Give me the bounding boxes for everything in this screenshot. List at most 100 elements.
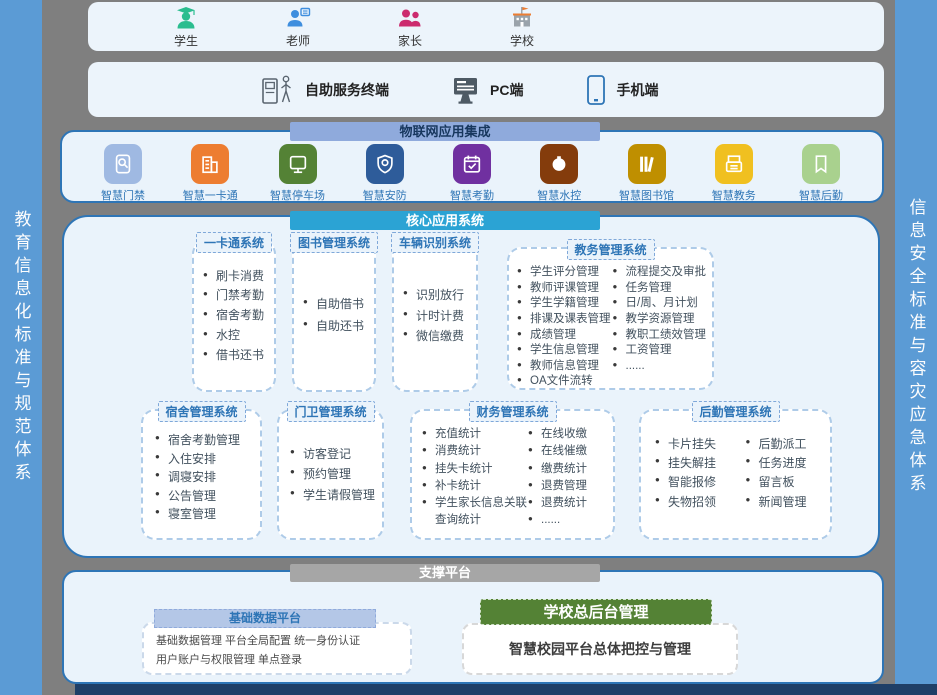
iot-app-access-control: 智慧门禁 xyxy=(90,144,156,203)
access-control-icon xyxy=(104,144,142,184)
system-item: 失物招领 xyxy=(655,493,736,512)
system-item: 水控 xyxy=(203,326,264,346)
system-item: 学生学籍管理 xyxy=(517,296,613,312)
iot-app-security: 智慧安防 xyxy=(352,144,418,203)
core-section-header: 核心应用系统 xyxy=(290,211,600,230)
system-item: 公告管理 xyxy=(155,487,260,506)
system-item: 自助还书 xyxy=(303,316,364,338)
iot-app-label: 智慧门禁 xyxy=(101,187,145,203)
system-item: 消费统计 xyxy=(422,443,528,460)
admin-backend-card: 智慧校园平台总体把控与管理 xyxy=(462,623,738,675)
school-icon xyxy=(509,5,535,31)
iot-app-parking: 智慧停车场 xyxy=(265,144,331,203)
user-roles-panel: 学生 老师 xyxy=(88,2,884,51)
right-sidebar-label: 信息安全标准与容灾应急体系 xyxy=(904,198,929,497)
user-role-school: 学校 xyxy=(494,5,550,49)
system-card-academic: 教务管理系统 学生评分管理 教师评课管理 学生学籍管理 排课及课表管理 成绩管理… xyxy=(507,247,714,390)
system-card-dorm: 宿舍管理系统 宿舍考勤管理 入住安排 调寝安排 公告管理 寝室管理 xyxy=(141,409,262,540)
system-item: 成绩管理 xyxy=(517,328,613,344)
library-books-icon xyxy=(628,144,666,184)
base-platform-line: 基础数据管理 平台全局配置 统一身份认证 xyxy=(156,632,410,651)
system-item: 刷卡消费 xyxy=(203,267,264,287)
iot-app-onecard: 智慧一卡通 xyxy=(177,144,243,203)
admin-backend-desc: 智慧校园平台总体把控与管理 xyxy=(509,639,691,659)
parking-icon xyxy=(279,144,317,184)
system-item: 自助借书 xyxy=(303,294,364,316)
iot-section-header: 物联网应用集成 xyxy=(290,122,600,141)
system-item: 退费统计 xyxy=(528,495,609,512)
system-item: 在线收缴 xyxy=(528,426,609,443)
logistics-bookmark-icon xyxy=(802,144,840,184)
system-item: 微信缴费 xyxy=(403,326,464,346)
system-item: 寝室管理 xyxy=(155,505,260,524)
system-item: 访客登记 xyxy=(290,444,375,464)
terminal-pc: PC端 xyxy=(451,75,523,105)
iot-app-water: 智慧水控 xyxy=(526,144,592,203)
right-security-sidebar: 信息安全标准与容灾应急体系 xyxy=(895,0,937,695)
system-item: 识别放行 xyxy=(403,285,464,305)
onecard-building-icon xyxy=(191,144,229,184)
user-role-parents: 家长 xyxy=(382,5,438,49)
system-card-title: 门卫管理系统 xyxy=(286,401,374,422)
system-item: OA文件流转 xyxy=(517,374,613,390)
base-data-platform-title: 基础数据平台 xyxy=(154,609,376,628)
system-card-vehicle: 车辆识别系统 识别放行 计时计费 微信缴费 xyxy=(392,240,478,392)
system-item: 后勤派工 xyxy=(746,435,827,454)
kiosk-icon xyxy=(260,73,296,107)
system-item: 充值统计 xyxy=(422,426,528,443)
iot-app-label: 智慧停车场 xyxy=(270,187,325,203)
system-item: 退费管理 xyxy=(528,478,609,495)
terminal-label: PC端 xyxy=(490,80,523,100)
mobile-phone-icon xyxy=(585,74,607,106)
system-card-finance: 财务管理系统 充值统计 消费统计 挂失卡统计 补卡统计 学生家长信息关联查询统计… xyxy=(410,409,615,540)
support-platform-panel: 基础数据管理 平台全局配置 统一身份认证 用户账户与权限管理 单点登录 基础数据… xyxy=(62,570,884,684)
iot-app-label: 智慧后勤 xyxy=(799,187,843,203)
terminal-kiosk: 自助服务终端 xyxy=(260,73,389,107)
system-item: 学生评分管理 xyxy=(517,265,613,281)
system-card-title: 教务管理系统 xyxy=(566,239,654,260)
system-card-title: 财务管理系统 xyxy=(468,401,556,422)
left-standards-sidebar: 教育信息化标准与规范体系 xyxy=(0,0,42,695)
academic-machine-icon xyxy=(715,144,753,184)
iot-app-library: 智慧图书馆 xyxy=(614,144,680,203)
system-item: 宿舍考勤管理 xyxy=(155,431,260,450)
access-terminals-panel: 自助服务终端 PC端 手机端 xyxy=(88,62,884,117)
system-item: 缴费统计 xyxy=(528,461,609,478)
user-role-label: 学校 xyxy=(510,32,534,49)
iot-app-label: 智慧一卡通 xyxy=(183,187,238,203)
system-card-gate: 门卫管理系统 访客登记 预约管理 学生请假管理 xyxy=(277,409,384,540)
iot-app-label: 智慧考勤 xyxy=(450,187,494,203)
teacher-icon xyxy=(285,5,311,31)
system-item: 学生请假管理 xyxy=(290,485,375,505)
support-section-header: 支撑平台 xyxy=(290,564,600,582)
iot-app-academic: 智慧教务 xyxy=(701,144,767,203)
system-item: 流程提交及审批 xyxy=(613,265,709,281)
system-item: 教学资源管理 xyxy=(613,312,709,328)
system-item: 预约管理 xyxy=(290,464,375,484)
system-item: 教师信息管理 xyxy=(517,359,613,375)
base-platform-line: 用户账户与权限管理 单点登录 xyxy=(156,651,410,670)
student-icon xyxy=(173,5,199,31)
system-card-title: 宿舍管理系统 xyxy=(157,401,245,422)
iot-app-label: 智慧教务 xyxy=(712,187,756,203)
system-item: 留言板 xyxy=(746,473,827,492)
system-card-title: 一卡通系统 xyxy=(196,232,272,253)
system-item: ...... xyxy=(528,512,609,529)
system-item: 挂失卡统计 xyxy=(422,461,528,478)
user-role-label: 学生 xyxy=(174,32,198,49)
system-item: 新闻管理 xyxy=(746,493,827,512)
system-item: 挂失解挂 xyxy=(655,454,736,473)
system-item: 卡片挂失 xyxy=(655,435,736,454)
security-shield-icon xyxy=(366,144,404,184)
admin-backend-title: 学校总后台管理 xyxy=(480,599,712,625)
core-applications-panel: 一卡通系统 刷卡消费 门禁考勤 宿舍考勤 水控 借书还书 图书管理系统 自助借书… xyxy=(62,215,880,558)
terminal-label: 手机端 xyxy=(616,80,658,100)
system-item: 宿舍考勤 xyxy=(203,306,264,326)
system-item: 补卡统计 xyxy=(422,478,528,495)
system-item: 任务进度 xyxy=(746,454,827,473)
iot-app-label: 智慧安防 xyxy=(363,187,407,203)
pc-monitor-icon xyxy=(451,75,481,105)
system-item: 教师评课管理 xyxy=(517,281,613,297)
smart-campus-architecture-diagram: 教育信息化标准与规范体系 信息安全标准与容灾应急体系 学生 xyxy=(0,0,937,695)
user-role-label: 家长 xyxy=(398,32,422,49)
